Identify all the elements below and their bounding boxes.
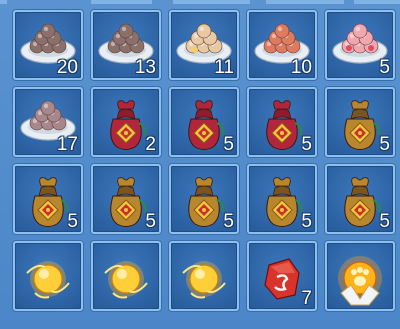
inventory-slot[interactable]: 5: [91, 164, 161, 234]
inventory-slot[interactable]: 10: [247, 10, 317, 80]
inventory-slot[interactable]: 5: [325, 87, 395, 157]
inventory-slot[interactable]: 5: [325, 164, 395, 234]
inventory-slot[interactable]: 20: [13, 10, 83, 80]
item-count: 5: [301, 211, 312, 232]
item-count: 20: [56, 57, 78, 78]
item-count: 5: [301, 134, 312, 155]
item-count: 5: [379, 134, 390, 155]
inventory-grid: 20 13 11 10 5 17 2 5 5 5 5 5 5 5 5 7: [13, 10, 395, 311]
item-count: 13: [134, 57, 156, 78]
item-count: 10: [290, 57, 312, 78]
inventory-slot[interactable]: 5: [13, 164, 83, 234]
inventory-slot[interactable]: 2: [91, 87, 161, 157]
golden-orb-icon: [26, 261, 70, 299]
paw-flame-orb-icon: [338, 256, 382, 306]
item-count: 5: [145, 211, 156, 232]
inventory-slot[interactable]: [13, 241, 83, 311]
golden-orb-icon: [104, 261, 148, 299]
item-count: 11: [214, 57, 234, 78]
item-count: 5: [379, 57, 390, 78]
item-count: 2: [145, 134, 156, 155]
item-count: 5: [379, 211, 390, 232]
inventory-slot[interactable]: 5: [325, 10, 395, 80]
top-edge: [0, 0, 400, 4]
inventory-slot[interactable]: [325, 241, 395, 311]
inventory-slot[interactable]: 11: [169, 10, 239, 80]
inventory-slot[interactable]: 7: [247, 241, 317, 311]
item-count: 5: [67, 211, 78, 232]
inventory-slot[interactable]: 5: [247, 87, 317, 157]
inventory-slot[interactable]: 5: [247, 164, 317, 234]
item-count: 17: [56, 134, 78, 155]
golden-orb-icon: [182, 261, 226, 299]
inventory-slot[interactable]: [91, 241, 161, 311]
inventory-panel: 20 13 11 10 5 17 2 5 5 5 5 5 5 5 5 7: [0, 0, 400, 329]
inventory-slot[interactable]: 5: [169, 87, 239, 157]
item-count: 5: [223, 211, 234, 232]
item-count: 5: [223, 134, 234, 155]
inventory-slot[interactable]: 13: [91, 10, 161, 80]
inventory-slot[interactable]: 17: [13, 87, 83, 157]
inventory-slot[interactable]: 5: [169, 164, 239, 234]
inventory-slot[interactable]: [169, 241, 239, 311]
item-count: 7: [301, 288, 312, 309]
